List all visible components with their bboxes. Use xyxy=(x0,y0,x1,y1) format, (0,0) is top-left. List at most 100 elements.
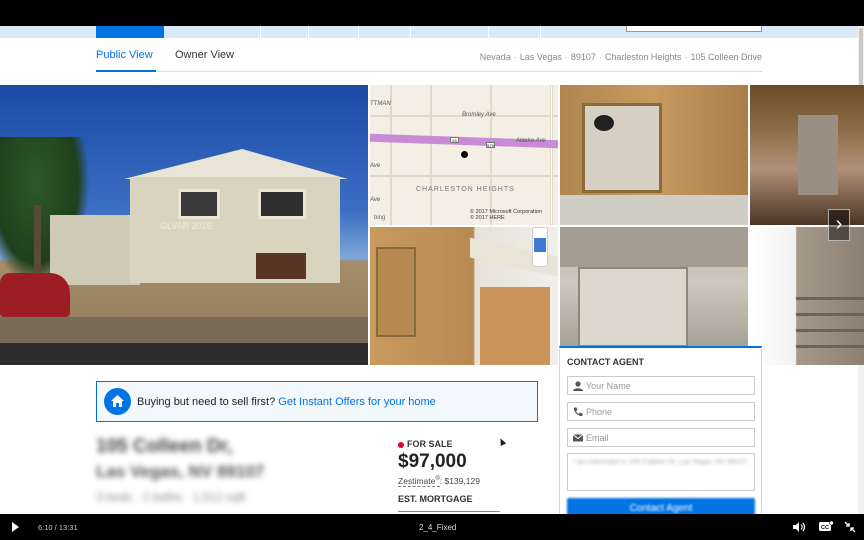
nav-active-item[interactable] xyxy=(96,26,164,38)
gallery-next-arrow-icon[interactable]: › xyxy=(828,209,850,241)
breadcrumb: Nevada · Las Vegas · 89107 · Charleston Height… xyxy=(479,52,762,62)
map-area-label: CHARLESTON HEIGHTS xyxy=(416,186,515,193)
top-black-bar xyxy=(0,0,864,26)
map-street-label: Bromley Ave xyxy=(462,112,496,118)
kitchen-cabinet-photo[interactable] xyxy=(370,227,558,365)
sale-status: FOR SALE xyxy=(398,439,548,449)
map-road xyxy=(550,85,553,225)
banner-text: Buying but need to sell first? Get Insta… xyxy=(137,396,436,408)
scrollbar-thumb[interactable] xyxy=(859,28,863,88)
nav-divider xyxy=(358,26,359,38)
nav-divider xyxy=(540,26,541,38)
user-icon xyxy=(573,381,583,391)
nav-divider xyxy=(410,26,411,38)
nav-divider xyxy=(260,26,261,38)
photo-gallery: GLVAR 2016 TTMAN Bromley Ave Alaska Ave … xyxy=(0,85,864,365)
svg-text:CC: CC xyxy=(821,525,829,531)
est-mortgage-label: EST. MORTGAGE xyxy=(398,494,473,504)
contact-agent-title: CONTACT AGENT xyxy=(567,357,644,367)
listing-page: Public View Owner View Nevada · Las Vegas ·… xyxy=(0,26,864,514)
envelope-icon xyxy=(572,434,584,442)
map-street-label: TTMAN xyxy=(370,101,391,107)
zestimate-label[interactable]: Zestimate® xyxy=(398,476,440,487)
stairs-photo[interactable] xyxy=(750,227,864,365)
house-icon xyxy=(104,388,131,415)
captions-icon[interactable]: CC xyxy=(818,520,834,533)
phone-field[interactable]: Phone xyxy=(567,402,755,421)
garage-beam xyxy=(560,227,748,267)
map-road xyxy=(430,85,432,225)
red-car xyxy=(0,273,70,317)
stair-step xyxy=(796,313,864,316)
listing-price: $97,000 xyxy=(398,451,467,472)
stair-step xyxy=(796,329,864,332)
map-street-label: Ave xyxy=(370,197,381,203)
video-time: 6:10 / 13:31 xyxy=(38,523,78,532)
interior-photo[interactable] xyxy=(750,85,864,225)
message-textarea[interactable]: I am interested in 105 Colleen Dr, Las V… xyxy=(567,453,755,491)
zestimate: Zestimate®: $139,129 xyxy=(398,476,480,487)
sale-info: FOR SALE $97,000 Zestimate®: $139,129 ES… xyxy=(398,439,548,512)
map-location-pin-icon xyxy=(461,151,468,158)
cabinet-hole xyxy=(594,115,614,131)
address-line-1: 105 Colleen Dr, xyxy=(96,436,233,457)
active-tab-indicator xyxy=(96,70,156,72)
breadcrumb-zip[interactable]: 89107 xyxy=(571,52,596,62)
location-map[interactable]: TTMAN Bromley Ave Alaska Ave Ave Ave 93 … xyxy=(370,85,558,225)
stair-step xyxy=(796,297,864,300)
street xyxy=(0,343,368,365)
divider xyxy=(398,511,500,512)
highway-shield: 93 xyxy=(450,137,459,143)
breadcrumb-address[interactable]: 105 Colleen Drive xyxy=(690,52,762,62)
video-title: 2_4_Fixed xyxy=(419,523,457,532)
phone-placeholder: Phone xyxy=(586,407,613,417)
highway-shield: 579 xyxy=(486,142,495,148)
exit-fullscreen-icon[interactable] xyxy=(844,521,856,533)
video-player-bar: 6:10 / 13:31 2_4_Fixed CC xyxy=(0,514,864,540)
email-field[interactable]: Email xyxy=(567,428,755,447)
banner-question: Buying but need to sell first? xyxy=(137,396,276,408)
breadcrumb-state[interactable]: Nevada xyxy=(480,52,511,62)
house-window xyxy=(178,189,220,219)
tab-owner-view[interactable]: Owner View xyxy=(175,49,234,61)
photo-watermark: GLVAR 2016 xyxy=(160,221,212,231)
house-window xyxy=(258,189,306,219)
main-house-photo[interactable]: GLVAR 2016 xyxy=(0,85,368,365)
breadcrumb-city[interactable]: Las Vegas xyxy=(520,52,562,62)
cabinet-drawer xyxy=(480,287,550,365)
name-placeholder: Your Name xyxy=(586,381,631,391)
bing-logo: bing xyxy=(374,215,386,221)
contact-agent-panel: CONTACT AGENT Your Name Phone Email I am… xyxy=(559,346,762,514)
contact-agent-button[interactable]: Contact Agent xyxy=(567,498,755,514)
view-tabs: Public View Owner View Nevada · Las Vegas ·… xyxy=(96,47,762,72)
instant-offers-banner: Buying but need to sell first? Get Insta… xyxy=(96,381,538,422)
house-roof xyxy=(124,149,348,179)
map-road xyxy=(490,85,492,225)
map-street-label: Alaska Ave xyxy=(516,138,546,144)
message-text: I am interested in 105 Colleen Dr, Las V… xyxy=(573,459,749,466)
bottle xyxy=(532,227,548,267)
stair-step xyxy=(796,345,864,348)
map-copyright: © 2017 Microsoft Corporation © 2017 HERE xyxy=(470,209,542,221)
breadcrumb-neighborhood[interactable]: Charleston Heights xyxy=(605,52,682,62)
nav-divider xyxy=(308,26,309,38)
volume-icon[interactable] xyxy=(792,521,806,533)
instant-offers-link[interactable]: Get Instant Offers for your home xyxy=(278,396,436,408)
map-street-label: Ave xyxy=(370,163,381,169)
garage-photo[interactable] xyxy=(560,227,748,365)
open-cabinet xyxy=(582,103,662,193)
home-facts: 3 beds · 2 baths · 1,512 sqft xyxy=(96,490,246,504)
site-nav xyxy=(0,26,864,38)
appliance xyxy=(798,115,838,195)
tab-public-view[interactable]: Public View xyxy=(96,49,153,61)
play-icon[interactable] xyxy=(12,522,19,532)
nav-divider xyxy=(488,26,489,38)
cabinet-photo[interactable] xyxy=(560,85,748,225)
house-door xyxy=(256,253,306,279)
for-sale-dot-icon xyxy=(398,441,404,448)
blurred-address: 105 Colleen Dr, Las Vegas, NV 89107 3 be… xyxy=(96,436,316,504)
name-field[interactable]: Your Name xyxy=(567,376,755,395)
site-search-input[interactable] xyxy=(626,26,762,32)
map-road xyxy=(370,175,558,177)
email-placeholder: Email xyxy=(586,433,609,443)
